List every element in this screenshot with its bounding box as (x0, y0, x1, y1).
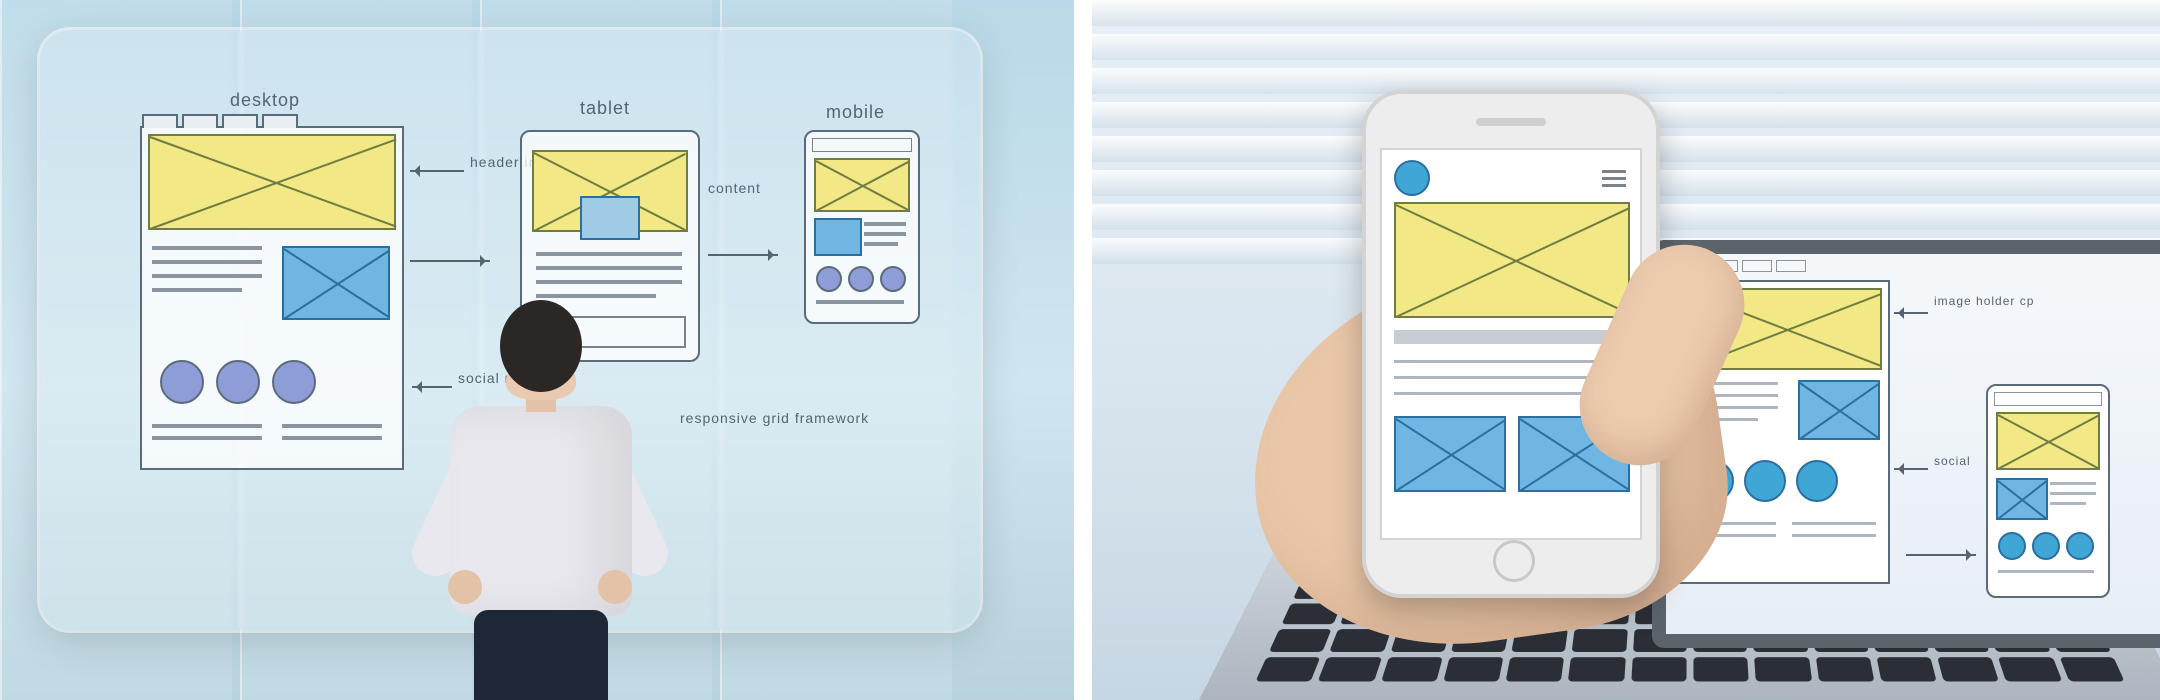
home-button-icon (1493, 540, 1535, 582)
annotation-top: image holder cp (1934, 294, 2034, 308)
arrow-icon (410, 170, 464, 172)
arrow-icon (1906, 554, 1976, 556)
label-mobile: mobile (826, 102, 885, 123)
hand-holding-phone (1132, 90, 1852, 650)
left-photo: desktop (0, 0, 1074, 700)
social-icon-placeholder (216, 360, 260, 404)
social-icon-placeholder (160, 360, 204, 404)
menu-icon (1602, 166, 1626, 191)
thumbnail-placeholder (1394, 416, 1506, 492)
footer-note: responsive grid framework (680, 410, 869, 426)
annotation-mid: social (1934, 454, 1971, 468)
secondary-image-placeholder (282, 246, 390, 320)
hero-image-placeholder (1394, 202, 1630, 318)
social-icon-placeholder (272, 360, 316, 404)
arrow-icon (1894, 312, 1928, 314)
right-photo: image holder cp social (1092, 0, 2160, 700)
wireframe-desktop (140, 126, 404, 470)
arrow-icon (708, 254, 778, 256)
arrow-icon (1894, 468, 1928, 470)
logo-dot (1394, 160, 1430, 196)
person-figure (430, 300, 650, 700)
label-tablet: tablet (580, 98, 630, 119)
hero-image-placeholder (148, 134, 396, 230)
arrow-icon (410, 260, 490, 262)
annotation-content: content (708, 180, 761, 196)
image-pair: desktop (0, 0, 2160, 700)
label-desktop: desktop (230, 90, 300, 111)
wireframe-mobile (804, 130, 920, 324)
